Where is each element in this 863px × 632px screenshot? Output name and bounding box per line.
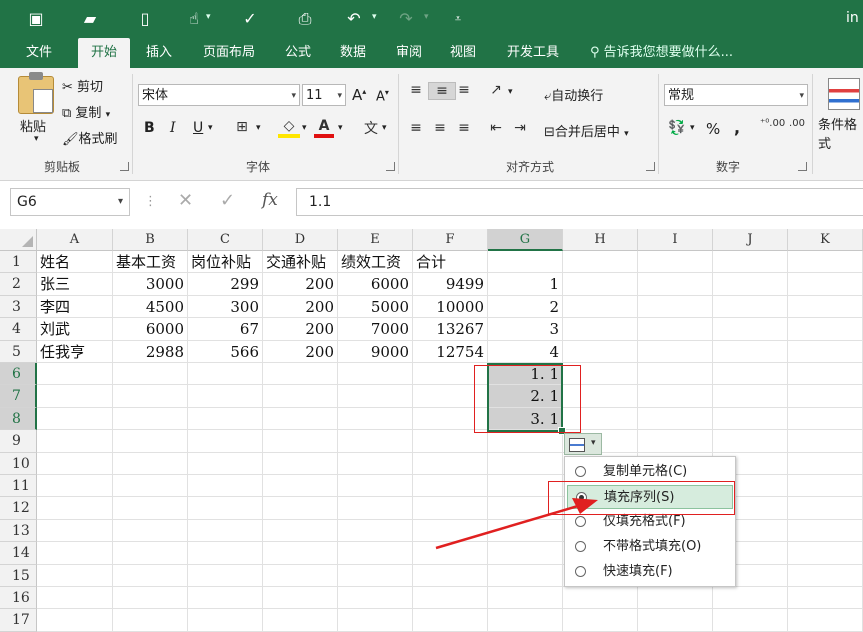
arrow-line	[435, 504, 579, 550]
annotation-arrow	[435, 498, 598, 550]
